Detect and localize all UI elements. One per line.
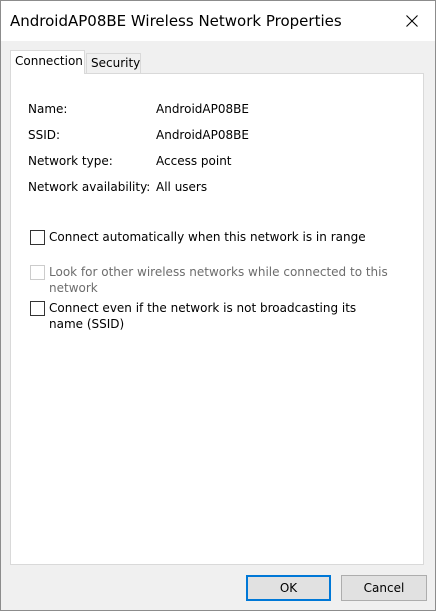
- connect-automatically-label[interactable]: Connect automatically when this network …: [49, 229, 389, 245]
- close-button[interactable]: [389, 1, 435, 41]
- connect-automatically-checkbox[interactable]: [30, 230, 45, 245]
- close-icon: [406, 15, 418, 27]
- look-for-other-networks-checkbox: [30, 265, 45, 280]
- network-availability-value: All users: [156, 180, 208, 194]
- title-bar[interactable]: AndroidAP08BE Wireless Network Propertie…: [1, 1, 435, 41]
- window-title: AndroidAP08BE Wireless Network Propertie…: [10, 12, 342, 30]
- look-for-other-networks-label: Look for other wireless networks while c…: [49, 265, 388, 295]
- name-value: AndroidAP08BE: [156, 102, 249, 116]
- connection-panel: Name: AndroidAP08BE SSID: AndroidAP08BE …: [10, 73, 424, 565]
- ok-button[interactable]: OK: [246, 575, 331, 601]
- tab-security[interactable]: Security: [86, 53, 141, 74]
- properties-dialog: AndroidAP08BE Wireless Network Propertie…: [0, 0, 436, 611]
- connect-hidden-label[interactable]: Connect even if the network is not broad…: [49, 300, 389, 332]
- tab-connection[interactable]: Connection: [10, 50, 85, 74]
- name-label: Name:: [28, 102, 68, 116]
- network-availability-label: Network availability:: [28, 180, 151, 194]
- ssid-value: AndroidAP08BE: [156, 128, 249, 142]
- ssid-label: SSID:: [28, 128, 61, 142]
- cancel-button[interactable]: Cancel: [341, 575, 427, 601]
- network-type-value: Access point: [156, 154, 232, 168]
- network-type-label: Network type:: [28, 154, 113, 168]
- connect-hidden-checkbox[interactable]: [30, 301, 45, 316]
